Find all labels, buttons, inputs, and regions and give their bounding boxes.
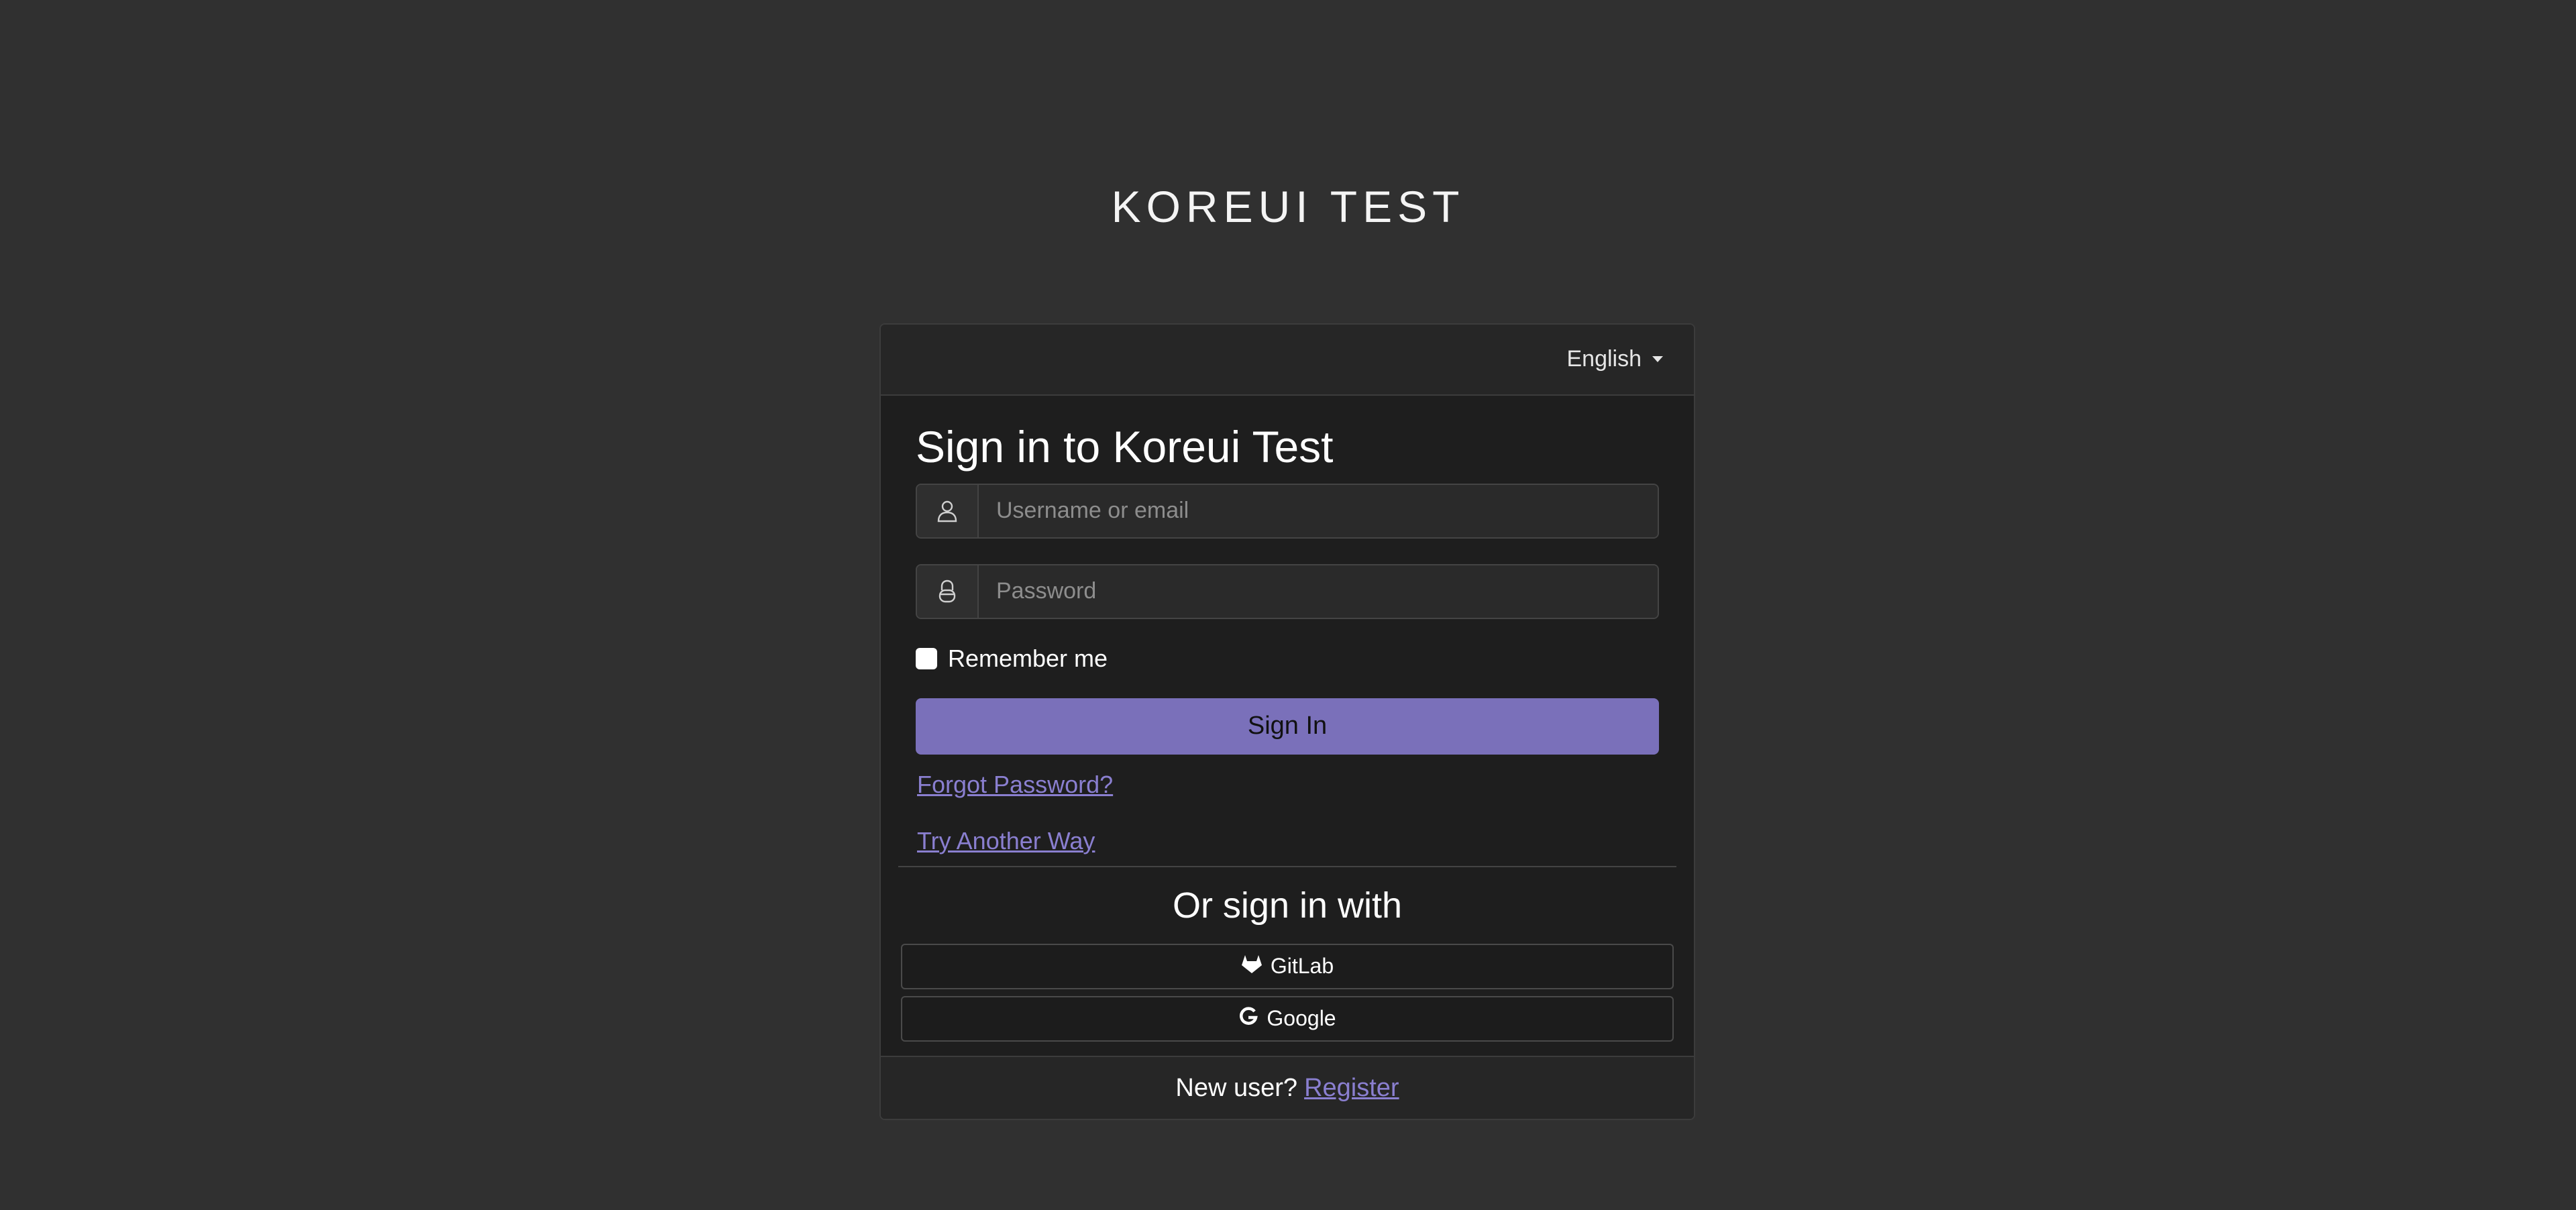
card-header: English: [881, 325, 1694, 396]
new-user-text: New user?: [1175, 1073, 1298, 1102]
password-input[interactable]: [979, 565, 1658, 618]
password-group: [916, 563, 1659, 619]
remember-me-label: Remember me: [948, 644, 1108, 672]
realm-title: KOREUI TEST: [1111, 182, 1465, 231]
chevron-down-icon: [1652, 356, 1663, 362]
gitlab-label: GitLab: [1270, 954, 1334, 979]
card-body: Sign in to Koreui Test Username or email…: [881, 423, 1694, 1042]
language-label: English: [1566, 346, 1642, 372]
remember-me-row: Remember me: [916, 645, 1659, 673]
user-icon: [917, 484, 979, 537]
login-card: English Sign in to Koreui Test Username …: [879, 323, 1695, 1120]
try-another-way-link[interactable]: Try Another Way: [917, 827, 1095, 855]
google-icon: [1238, 1006, 1258, 1032]
gitlab-button[interactable]: GitLab: [901, 943, 1674, 989]
forgot-password-link[interactable]: Forgot Password?: [917, 771, 1113, 799]
remember-me-checkbox[interactable]: [916, 647, 937, 669]
username-group: [916, 483, 1659, 539]
page-title: Sign in to Koreui Test: [916, 422, 1334, 472]
sign-in-button[interactable]: Sign In: [916, 698, 1659, 755]
card-footer: New user? Register: [881, 1056, 1694, 1119]
social-heading: Or sign in with: [1172, 885, 1403, 926]
username-input[interactable]: [979, 484, 1658, 537]
google-button[interactable]: Google: [901, 995, 1674, 1042]
gitlab-icon: [1241, 954, 1263, 979]
register-link[interactable]: Register: [1304, 1074, 1399, 1103]
divider: [898, 865, 1676, 867]
language-dropdown[interactable]: English: [1566, 346, 1663, 372]
google-label: Google: [1267, 1006, 1336, 1031]
login-page: KOREUI TEST English Sign in to Koreui Te…: [0, 0, 2576, 1210]
lock-icon: [917, 565, 979, 618]
